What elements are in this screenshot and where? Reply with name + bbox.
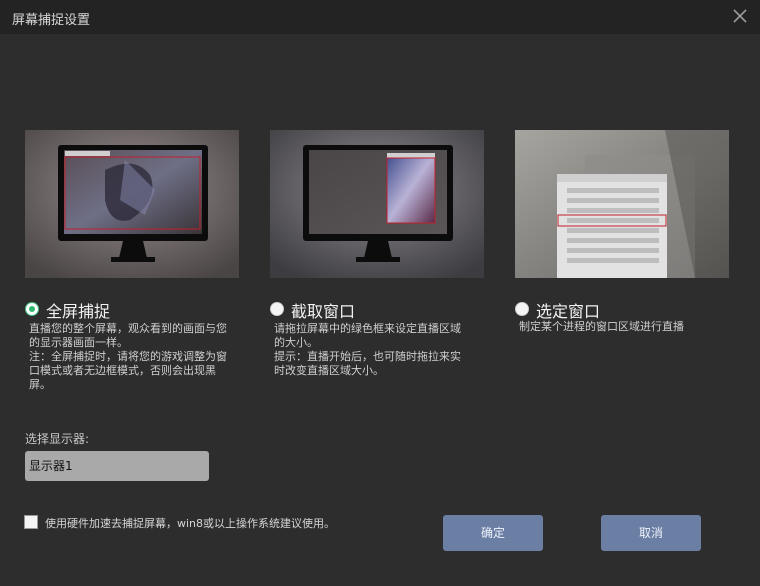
monitor-select[interactable]: 显示器1 — [25, 451, 209, 481]
close-icon[interactable] — [730, 6, 750, 26]
fullscreen-radio[interactable] — [25, 302, 39, 316]
fullscreen-preview-image[interactable] — [25, 130, 239, 278]
hardware-acceleration-label[interactable]: 使用硬件加速去捕捉屏幕，win8或以上操作系统建议使用。 — [45, 515, 335, 531]
crop-window-preview-image[interactable] — [270, 130, 484, 278]
select-window-preview-image[interactable] — [515, 130, 729, 278]
fullscreen-label[interactable]: 全屏捕捉 — [46, 298, 110, 322]
ok-button[interactable]: 确定 — [443, 515, 543, 551]
select-window-description: 制定某个进程的窗口区域进行直播 — [519, 320, 684, 333]
monitor-select-label: 选择显示器: — [25, 432, 90, 446]
cancel-button[interactable]: 取消 — [601, 515, 701, 551]
crop-window-label[interactable]: 截取窗口 — [291, 298, 355, 322]
hardware-acceleration-checkbox[interactable] — [24, 515, 38, 529]
crop-window-description: 请拖拉屏幕中的绿色框来设定直播区域 的大小。 提示：直播开始后，也可随时拖拉来实… — [274, 322, 461, 377]
window-title: 屏幕捕捉设置 — [12, 13, 91, 28]
dialog-window: 屏幕捕捉设置 全屏捕捉 直播您的整个屏幕，观众看到的画面与您 的显示器画面一样。… — [0, 0, 760, 586]
select-window-radio[interactable] — [515, 302, 529, 316]
select-window-label[interactable]: 选定窗口 — [536, 298, 600, 322]
crop-window-radio[interactable] — [270, 302, 284, 316]
fullscreen-description: 直播您的整个屏幕，观众看到的画面与您 的显示器画面一样。 注：全屏捕捉时，请将您… — [29, 322, 227, 391]
title-bar: 屏幕捕捉设置 — [0, 0, 760, 34]
